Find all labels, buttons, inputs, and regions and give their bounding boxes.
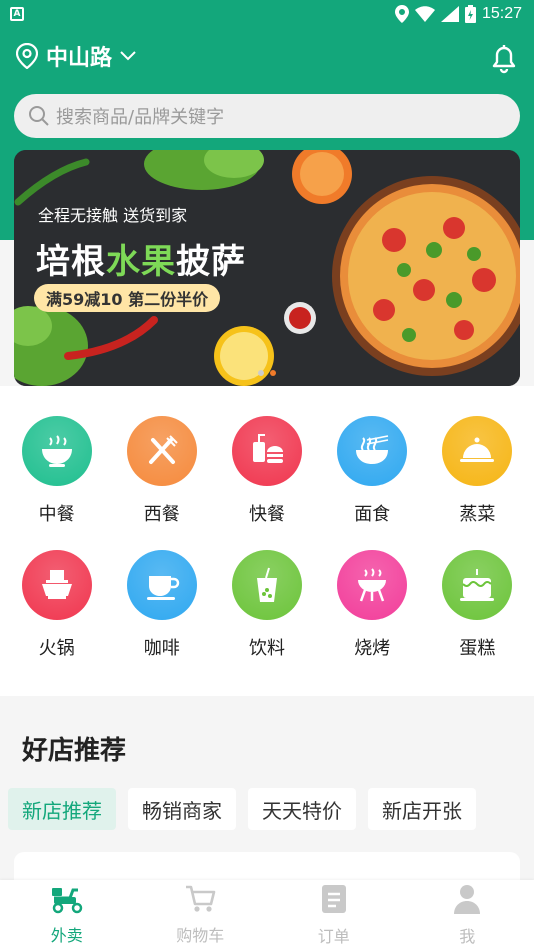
user-icon	[452, 883, 482, 919]
battery-icon	[464, 5, 476, 23]
tab-recommend[interactable]: 新店开张	[368, 788, 476, 830]
grill-icon	[337, 550, 408, 620]
order-icon	[319, 883, 349, 919]
section-title: 好店推荐	[22, 736, 127, 766]
location-selector[interactable]: 中山路	[16, 40, 136, 72]
signal-icon	[440, 6, 459, 22]
bottom-navigation: 外卖 购物车 订单 我	[0, 880, 534, 950]
banner-pagination	[258, 370, 276, 376]
nav-label: 外卖	[50, 926, 83, 945]
banner-title: 培根水果披萨	[36, 242, 246, 282]
category-item[interactable]: 烧烤	[320, 550, 425, 660]
category-item[interactable]: 咖啡	[109, 550, 214, 660]
tab-recommend[interactable]: 新店推荐	[8, 788, 116, 830]
tab-recommend[interactable]: 畅销商家	[128, 788, 236, 830]
nav-label: 我	[459, 927, 476, 946]
category-panel: 中餐 西餐 快餐 面食 蒸菜火锅 咖啡 饮料 烧烤 蛋糕	[0, 386, 534, 696]
nav-item[interactable]: 我	[401, 880, 534, 950]
hotpot-icon	[21, 550, 92, 620]
app-notification-icon: A	[10, 7, 24, 21]
location-name: 中山路	[46, 46, 113, 71]
category-label: 面食	[354, 504, 391, 525]
search-icon	[29, 106, 49, 126]
banner-dot	[258, 370, 264, 376]
tab-recommend[interactable]: 天天特价	[248, 788, 356, 830]
bowl-icon	[21, 416, 92, 486]
location-pin-icon	[16, 43, 38, 69]
category-label: 咖啡	[143, 638, 180, 659]
search-input[interactable]: 搜索商品/品牌关键字	[56, 103, 224, 129]
banner-promo-tag: 满59减10 第二份半价	[34, 284, 221, 312]
category-item[interactable]: 蒸菜	[425, 416, 530, 526]
nav-item[interactable]: 购物车	[134, 880, 268, 950]
category-item[interactable]: 快餐	[214, 416, 319, 526]
noodle-bowl-icon	[337, 416, 408, 486]
category-item[interactable]: 中餐	[4, 416, 109, 526]
promo-banner[interactable]: 全程无接触 送货到家 培根水果披萨 满59减10 第二份半价	[14, 150, 520, 386]
status-bar: A 15:27	[0, 0, 534, 28]
category-label: 中餐	[38, 504, 75, 525]
nav-label: 购物车	[176, 926, 225, 945]
category-item[interactable]: 蛋糕	[425, 550, 530, 660]
scooter-icon	[50, 884, 84, 918]
chevron-down-icon	[120, 51, 136, 61]
category-label: 饮料	[248, 638, 285, 659]
clock: 15:27	[481, 5, 522, 22]
category-item[interactable]: 火锅	[4, 550, 109, 660]
bell-icon	[492, 45, 516, 74]
notification-bell-button[interactable]	[488, 42, 520, 78]
category-item[interactable]: 西餐	[109, 416, 214, 526]
recommend-section: 好店推荐 新店推荐 畅销商家 天天特价 新店开张	[0, 696, 534, 892]
category-label: 烧烤	[354, 638, 391, 659]
cake-icon	[442, 550, 513, 620]
category-label: 快餐	[248, 504, 285, 525]
wifi-icon	[414, 6, 435, 22]
recommend-tabs: 新店推荐 畅销商家 天天特价 新店开张	[8, 788, 476, 830]
category-grid: 中餐 西餐 快餐 面食 蒸菜火锅 咖啡 饮料 烧烤 蛋糕	[0, 416, 534, 660]
cart-icon	[184, 884, 216, 918]
cloche-icon	[442, 416, 513, 486]
banner-subtitle: 全程无接触 送货到家	[38, 206, 188, 225]
coffee-cup-icon	[126, 550, 197, 620]
category-label: 蒸菜	[459, 504, 496, 525]
nav-item[interactable]: 订单	[267, 880, 401, 950]
search-bar[interactable]: 搜索商品/品牌关键字	[14, 94, 520, 138]
category-label: 蛋糕	[459, 638, 496, 659]
banner-dot-active	[270, 370, 276, 376]
burger-drink-icon	[231, 416, 302, 486]
nav-label: 订单	[317, 927, 350, 946]
fork-knife-icon	[126, 416, 197, 486]
category-label: 西餐	[143, 504, 180, 525]
category-label: 火锅	[38, 638, 75, 659]
drink-cup-icon	[231, 550, 302, 620]
location-status-icon	[394, 5, 409, 23]
category-item[interactable]: 面食	[320, 416, 425, 526]
category-item[interactable]: 饮料	[214, 550, 319, 660]
nav-item[interactable]: 外卖	[0, 880, 134, 950]
